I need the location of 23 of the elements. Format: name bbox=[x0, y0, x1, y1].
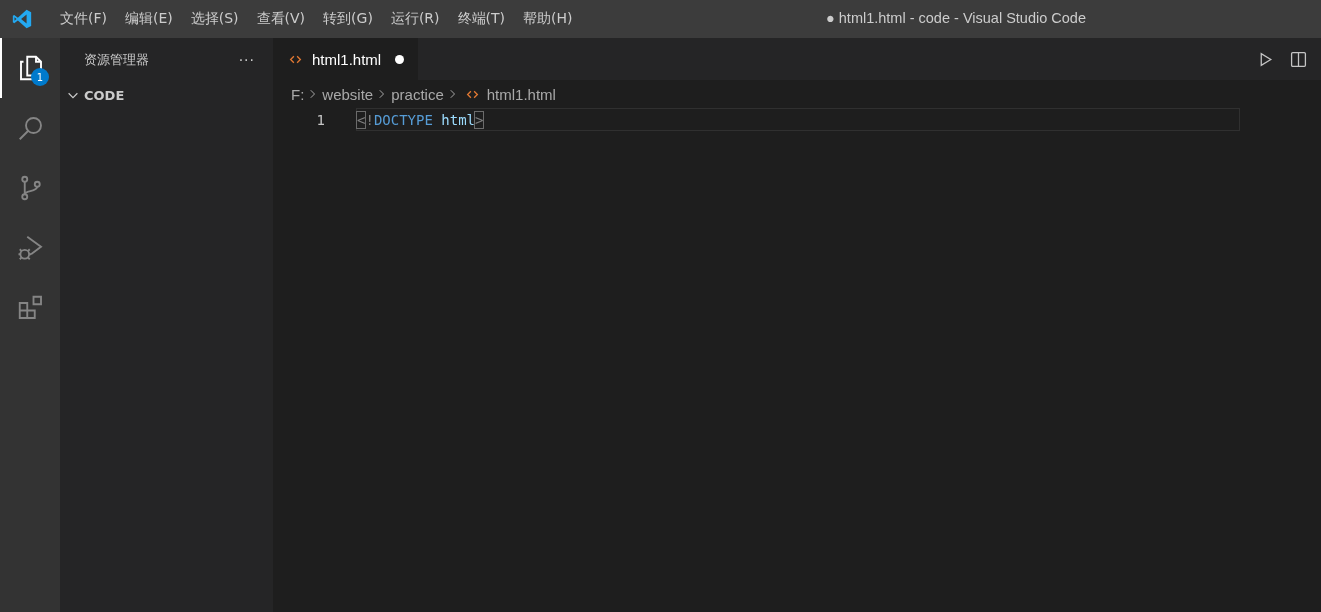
folder-header[interactable]: CODE bbox=[60, 82, 273, 108]
more-actions-button[interactable]: ··· bbox=[238, 52, 255, 68]
sidebar-title: 资源管理器 bbox=[84, 51, 149, 69]
unsaved-dot-icon bbox=[395, 54, 405, 64]
menu-item[interactable]: 帮助(H) bbox=[515, 10, 581, 28]
menu-item[interactable]: 终端(T) bbox=[449, 10, 513, 28]
line-number: 1 bbox=[315, 111, 325, 128]
notification-badge: 1 bbox=[31, 68, 49, 86]
breadcrumb-item[interactable]: F: bbox=[291, 85, 305, 103]
editor-tab[interactable]: html1.html bbox=[273, 38, 419, 80]
breadcrumb-item[interactable]: html1.html bbox=[461, 85, 556, 103]
menu-item[interactable]: 转到(G) bbox=[315, 10, 381, 28]
breadcrumb-item[interactable]: practice bbox=[391, 85, 444, 103]
split-editor-icon[interactable] bbox=[1290, 50, 1307, 68]
menu-item[interactable]: 运行(R) bbox=[382, 10, 448, 28]
menu-item[interactable]: 文件(F) bbox=[52, 10, 115, 28]
window-title: ● html1.html - code - Visual Studio Code bbox=[826, 10, 1086, 26]
app-logo-icon bbox=[11, 8, 33, 30]
breadcrumb-item[interactable]: website bbox=[322, 85, 374, 103]
code-line: <!DOCTYPE html> bbox=[357, 111, 484, 128]
menu-item[interactable]: 编辑(E) bbox=[117, 10, 181, 28]
menu-item[interactable]: 选择(S) bbox=[182, 10, 247, 28]
menu-item[interactable]: 查看(V) bbox=[248, 10, 314, 28]
